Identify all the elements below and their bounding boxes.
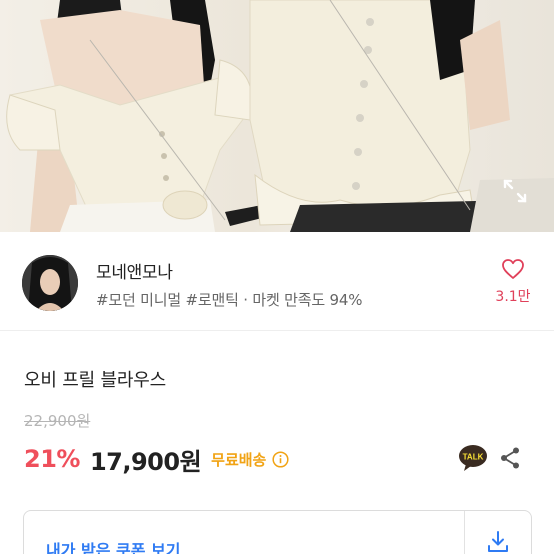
kakao-talk-icon: TALK	[459, 445, 487, 471]
free-shipping-badge: 무료배송	[211, 450, 267, 469]
kakao-talk-button[interactable]: TALK	[458, 444, 488, 472]
price-row: 21% 17,900원 무료배송	[24, 442, 289, 476]
like-count: 3.1만	[495, 289, 531, 305]
info-icon	[272, 450, 289, 468]
share-button[interactable]	[498, 446, 522, 470]
original-price: 22,900원	[24, 412, 91, 430]
download-icon	[488, 531, 508, 552]
seller-tags: #모던 미니멀 #로맨틱 · 마켓 만족도 94%	[96, 291, 363, 309]
avatar-image	[22, 255, 78, 311]
share-icon	[501, 447, 519, 469]
section-divider	[0, 330, 554, 331]
seller-avatar[interactable]	[22, 255, 78, 311]
heart-icon	[502, 259, 524, 279]
product-image[interactable]	[0, 0, 554, 232]
coupon-box[interactable]: 내가 받은 쿠폰 보기	[23, 510, 532, 554]
shipping-info-button[interactable]	[272, 450, 289, 468]
product-photo	[6, 0, 554, 232]
expand-image-button[interactable]	[500, 176, 530, 206]
expand-icon	[503, 179, 527, 203]
sale-price: 17,900원	[89, 447, 202, 476]
svg-text:TALK: TALK	[463, 453, 484, 462]
coupon-download-button[interactable]	[484, 527, 512, 554]
coupon-view-link[interactable]: 내가 받은 쿠폰 보기	[46, 537, 180, 554]
seller-name[interactable]: 모네앤모나	[96, 258, 173, 283]
seller-info: 모네앤모나 #모던 미니멀 #로맨틱 · 마켓 만족도 94% 3.1만	[0, 232, 554, 330]
coupon-divider	[464, 511, 465, 554]
like-button[interactable]: 3.1만	[492, 258, 534, 306]
product-title: 오비 프릴 블라우스	[24, 370, 166, 391]
discount-rate: 21%	[24, 445, 80, 473]
